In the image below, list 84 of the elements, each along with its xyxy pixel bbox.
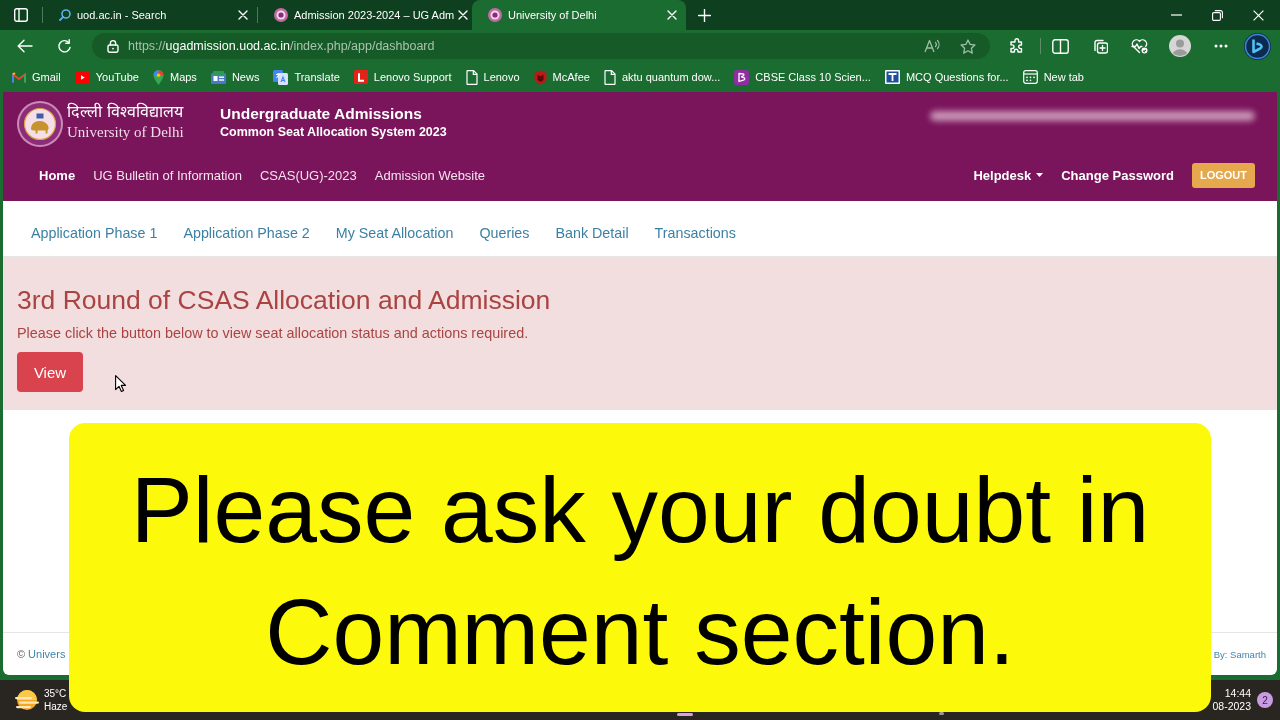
logo-english-text: University of Delhi (67, 123, 185, 141)
caret-icon (1036, 173, 1044, 177)
nav-tab[interactable]: Bank Detail (542, 224, 642, 241)
nav-tab[interactable]: Transactions (641, 224, 749, 241)
notification-badge[interactable]: 2 (1257, 692, 1273, 708)
nav-tab[interactable]: Application Phase 2 (170, 224, 323, 241)
bookmark-link[interactable]: New tab (1022, 70, 1084, 84)
close-icon[interactable] (238, 10, 248, 20)
footer-link[interactable]: Univers (28, 648, 66, 660)
round-logo-icon[interactable] (1244, 32, 1271, 60)
seal-icon (488, 8, 502, 22)
nav-tab[interactable]: Queries (466, 224, 543, 241)
clock-time: 14:44 (1224, 687, 1251, 700)
browser-tab[interactable]: Admission 2023-2024 – UG Adm (258, 0, 472, 30)
close-icon[interactable] (458, 10, 469, 20)
nav-tab[interactable]: Application Phase 1 (18, 224, 171, 241)
page-icon (603, 69, 616, 85)
weather-text: Haze (44, 700, 68, 713)
bookmark-link[interactable]: YouTube (74, 71, 139, 83)
lock-icon[interactable] (107, 39, 119, 53)
read-aloud-icon[interactable] (924, 39, 940, 53)
active-app-indicator (677, 713, 694, 716)
restore-icon[interactable] (1212, 9, 1223, 21)
bookmark-link[interactable]: McAfee (533, 69, 590, 85)
close-icon[interactable] (667, 10, 677, 20)
more-options-icon[interactable] (1214, 44, 1228, 48)
url-field[interactable]: https://ugadmission.uod.ac.in/index.php/app/dashboard (128, 39, 435, 53)
tile-icon (734, 69, 750, 85)
mail-icon (12, 71, 26, 83)
back-arrow-icon[interactable] (17, 39, 33, 53)
puzzle-piece-icon[interactable] (1009, 38, 1025, 54)
browser-tab[interactable]: University of Delhi (472, 0, 686, 30)
map-pin-icon (152, 69, 164, 85)
tile-icon (884, 70, 900, 84)
helpdesk-dropdown[interactable]: Helpdesk (973, 167, 1044, 183)
heart-pulse-icon[interactable] (1131, 38, 1148, 54)
bookmark-link[interactable]: Translate (273, 69, 340, 85)
browser-tab[interactable]: uod.ac.in - Search (43, 0, 257, 30)
site-title: Undergraduate Admissions (220, 104, 423, 124)
star-icon[interactable] (960, 38, 976, 54)
play-icon (74, 71, 90, 83)
grid-page-icon (1022, 70, 1038, 84)
mouse-cursor-icon (115, 375, 126, 392)
tile-icon (353, 70, 368, 84)
alert-text: Please click the button below to view seat allocation status and actions required. (17, 324, 529, 343)
nav-link[interactable]: Home (39, 167, 76, 183)
alert-heading: 3rd Round of CSAS Allocation and Admission (17, 284, 551, 316)
nav-link[interactable]: UG Bulletin of Information (93, 167, 242, 183)
refresh-icon[interactable] (57, 38, 72, 54)
bookmark-link[interactable]: News (210, 70, 260, 84)
split-screen-icon[interactable] (1052, 38, 1069, 54)
page-icon (465, 69, 478, 85)
bookmark-link[interactable]: Lenovo (465, 69, 520, 85)
news-icon (210, 70, 226, 84)
translate-icon (273, 69, 289, 85)
temperature-text: 35°C (44, 687, 68, 700)
credit-text: By: Samarth (1213, 648, 1266, 660)
seal-icon (274, 8, 288, 22)
copyright-text: © (17, 648, 26, 660)
nav-link[interactable]: CSAS(UG)-2023 (260, 167, 357, 183)
shield-icon (533, 69, 547, 85)
nav-tab[interactable]: My Seat Allocation (322, 224, 467, 241)
bookmark-link[interactable]: CBSE Class 10 Scien... (734, 69, 871, 85)
clock-date: 08-2023 (1212, 700, 1251, 713)
close-icon[interactable] (1253, 9, 1264, 21)
plus-icon[interactable] (698, 8, 711, 22)
bookmark-link[interactable]: Maps (152, 69, 197, 85)
profile-avatar-icon[interactable] (1169, 35, 1191, 57)
sun-haze-icon[interactable] (15, 689, 39, 711)
site-subtitle: Common Seat Allocation System 2023 (220, 124, 447, 141)
logo-hindi-text: दिल्ली विश्वविद्यालय (67, 101, 185, 123)
search-icon (59, 9, 71, 21)
nav-link[interactable]: Admission Website (374, 167, 486, 183)
seal-logo (17, 101, 63, 147)
collections-icon[interactable] (1092, 38, 1108, 54)
bookmark-link[interactable]: Lenovo Support (353, 70, 452, 84)
bookmark-link[interactable]: aktu quantum dow... (603, 69, 721, 85)
running-app-indicator (939, 712, 945, 715)
caption-text: Please ask your doubt in Comment section. (129, 457, 1151, 686)
view-button[interactable]: View (17, 352, 83, 392)
change-password-link[interactable]: Change Password (1061, 167, 1174, 183)
bookmark-link[interactable]: Gmail (12, 71, 61, 83)
bookmark-link[interactable]: MCQ Questions for... (884, 70, 1009, 84)
sidebar-icon[interactable] (14, 8, 28, 22)
